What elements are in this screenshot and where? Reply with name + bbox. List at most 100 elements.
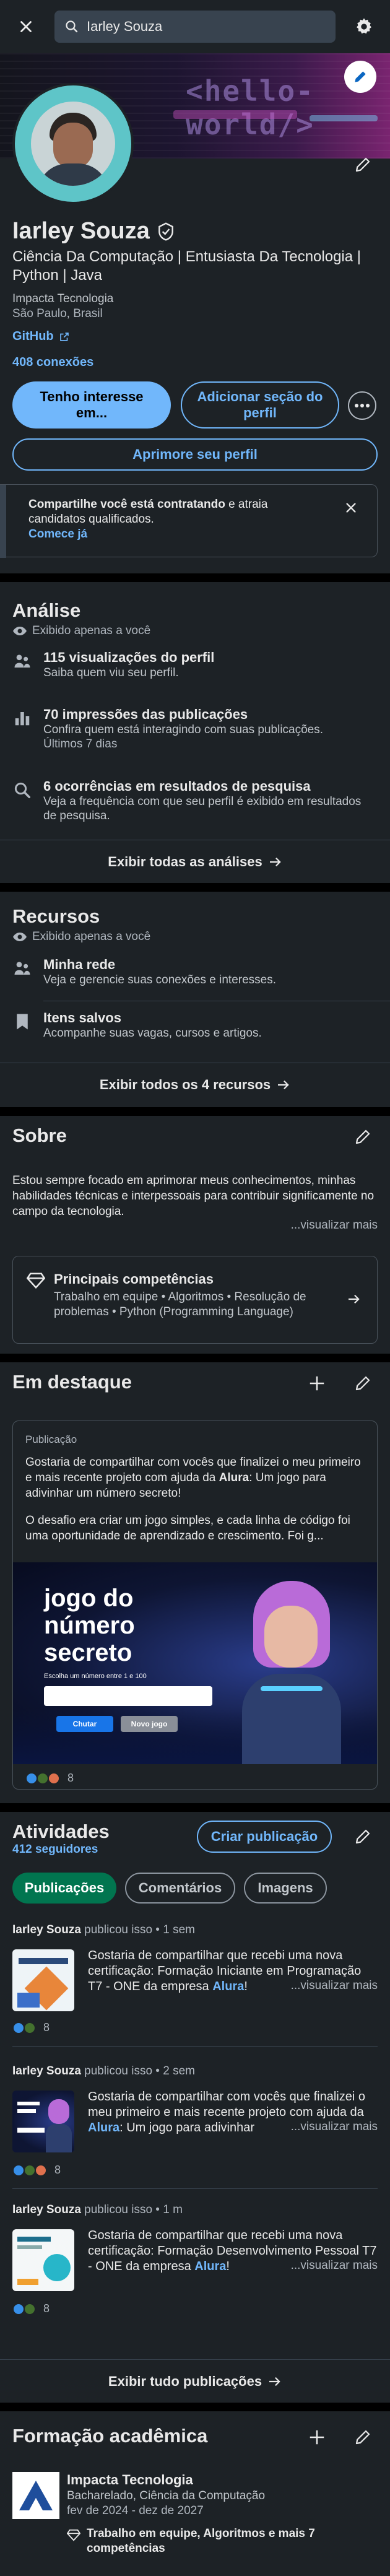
tab-comments[interactable]: Comentários xyxy=(125,1873,235,1904)
post-reaction-count: 8 xyxy=(54,2164,61,2176)
arrow-right-icon xyxy=(269,2377,280,2386)
search-icon xyxy=(12,780,32,800)
featured-brand: Alura xyxy=(219,1471,249,1484)
analysis-item-impressions[interactable]: 70 impressões das publicações Confira que… xyxy=(12,706,378,751)
post-reactions[interactable]: 8 xyxy=(12,2021,50,2034)
connections-link[interactable]: 408 conexões xyxy=(12,355,93,370)
resources-visibility: Exibido apenas a você xyxy=(32,930,151,943)
featured-post-card[interactable]: Publicação Gostaria de compartilhar com … xyxy=(12,1421,378,1790)
post-tail: : Um jogo para adivinhar xyxy=(119,2121,255,2134)
pencil-icon xyxy=(355,1829,370,1844)
game-input xyxy=(44,1686,212,1706)
improve-profile-button[interactable]: Aprimore seu perfil xyxy=(12,438,378,471)
about-title: Sobre xyxy=(12,1125,67,1146)
add-featured-button[interactable] xyxy=(303,1370,331,1397)
avatar[interactable] xyxy=(12,83,134,204)
edit-activity-button[interactable] xyxy=(350,1824,375,1849)
about-more-link[interactable]: ...visualizar mais xyxy=(291,1219,378,1232)
post-more[interactable]: ...visualizar mais xyxy=(287,2120,378,2134)
search-icon xyxy=(66,20,78,33)
show-all-posts-link[interactable]: Exibir tudo publicações xyxy=(0,2359,390,2403)
arrow-right-icon xyxy=(278,1080,289,1089)
resource-item-network[interactable]: Minha rede Veja e gerencie suas conexões … xyxy=(12,956,378,987)
featured-image: jogo do número secreto Escolha um número… xyxy=(13,1562,377,1764)
post-thumbnail xyxy=(12,2229,74,2291)
show-all-resources-link[interactable]: Exibir todos os 4 recursos xyxy=(0,1063,390,1106)
activity-title: Atividades xyxy=(12,1821,110,1842)
featured-label: Publicação xyxy=(25,1434,77,1445)
resource-item-saved[interactable]: Itens salvos Acompanhe suas vagas, cursos… xyxy=(12,1009,378,1040)
post-reactions[interactable]: 8 xyxy=(12,2302,50,2315)
post-more[interactable]: ...visualizar mais xyxy=(287,2259,378,2273)
activity-followers[interactable]: 412 seguidores xyxy=(12,1843,98,1856)
arrow-right-icon xyxy=(349,1294,360,1304)
top-skills-list: Trabalho em equipe • Algoritmos • Resolu… xyxy=(54,1290,306,1318)
diamond-icon xyxy=(27,1273,45,1289)
post-reactions[interactable]: 8 xyxy=(12,2164,61,2177)
tab-posts[interactable]: Publicações xyxy=(12,1873,116,1904)
people-icon xyxy=(12,651,32,671)
featured-text-2: O desafio era criar um jogo simples, e c… xyxy=(25,1514,350,1543)
post-thumbnail xyxy=(12,1949,74,2011)
tab-images[interactable]: Imagens xyxy=(244,1873,327,1904)
add-section-button-label: Adicionar seção do perfil xyxy=(197,389,323,420)
analysis-item-profile-views[interactable]: 115 visualizações do perfil Saiba quem vi… xyxy=(12,649,378,680)
github-link[interactable]: GitHub xyxy=(12,329,70,344)
post-meta: publicou isso • 1 sem xyxy=(80,1923,195,1936)
activity-post[interactable]: Iarley Souza publicou isso • 2 sem Gosta… xyxy=(0,2065,390,2188)
post-reaction-count: 8 xyxy=(43,2302,50,2315)
featured-reactions[interactable]: 8 xyxy=(25,1772,74,1785)
diamond-icon xyxy=(67,2529,80,2541)
school-skills[interactable]: Trabalho em equipe, Algoritmos e mais 7 … xyxy=(87,2526,334,2556)
school-logo[interactable] xyxy=(12,2472,59,2519)
show-all-analysis-link[interactable]: Exibir todas as análises xyxy=(0,840,390,883)
edit-intro-button[interactable] xyxy=(350,152,375,177)
pencil-icon xyxy=(355,1129,370,1144)
profile-card: <hello-world/> Iarley Souza Ciência Da C… xyxy=(0,53,390,573)
create-post-button[interactable]: Criar publicação xyxy=(197,1821,332,1853)
pencil-icon xyxy=(355,157,370,172)
analysis-title: Análise xyxy=(12,599,81,621)
about-text: Estou sempre focado em aprimorar meus co… xyxy=(12,1174,375,1218)
improve-profile-button-label: Aprimore seu perfil xyxy=(132,446,258,462)
edit-featured-button[interactable] xyxy=(350,1371,375,1396)
post-meta: publicou isso • 2 sem xyxy=(80,2065,195,2078)
more-icon xyxy=(355,404,370,407)
top-skills-card[interactable]: Principais competências Trabalho em equi… xyxy=(12,1256,378,1344)
edit-education-button[interactable] xyxy=(350,2425,375,2450)
more-button[interactable] xyxy=(348,391,376,420)
notice-link[interactable]: Comece já xyxy=(28,527,319,542)
school-name[interactable]: Impacta Tecnologia xyxy=(67,2472,193,2488)
bar-chart-icon xyxy=(12,708,32,728)
search-input[interactable]: Iarley Souza xyxy=(54,11,336,43)
education-title: Formação acadêmica xyxy=(12,2425,208,2447)
search-value: Iarley Souza xyxy=(87,19,163,34)
post-brand[interactable]: Alura xyxy=(212,1980,244,1993)
tab-comments-label: Comentários xyxy=(138,1880,222,1895)
interest-button[interactable]: Tenho interesse em... xyxy=(12,381,171,429)
gear-icon[interactable] xyxy=(350,13,378,40)
edit-cover-button[interactable] xyxy=(344,61,376,93)
analysis-item-desc: Saiba quem viu seu perfil. xyxy=(43,666,179,679)
profile-location: São Paulo, Brasil xyxy=(12,307,103,320)
post-brand[interactable]: Alura xyxy=(194,2260,226,2273)
game-new-label: Novo jogo xyxy=(131,1720,168,1728)
eye-icon xyxy=(13,933,27,941)
post-author: Iarley Souza xyxy=(12,2203,81,2216)
add-education-button[interactable] xyxy=(303,2424,331,2451)
verified-icon[interactable] xyxy=(156,222,176,242)
post-more[interactable]: ...visualizar mais xyxy=(287,1979,378,1993)
activity-post[interactable]: Iarley Souza publicou isso • 1 m Gostari… xyxy=(0,2203,390,2327)
post-brand[interactable]: Alura xyxy=(88,2121,119,2134)
close-icon[interactable] xyxy=(342,498,360,517)
post-thumbnail xyxy=(12,2091,74,2152)
add-section-button[interactable]: Adicionar seção do perfil xyxy=(181,381,339,429)
show-all-posts-label: Exibir tudo publicações xyxy=(108,2373,262,2389)
edit-about-button[interactable] xyxy=(350,1125,375,1149)
profile-headline: Ciência Da Computação | Entusiasta Da Te… xyxy=(12,248,362,284)
analysis-item-search[interactable]: 6 ocorrências em resultados de pesquisa V… xyxy=(12,778,378,823)
analysis-section: Análise Exibido apenas a você 115 visual… xyxy=(0,582,390,883)
top-bar: Iarley Souza xyxy=(0,0,390,53)
menu-icon[interactable] xyxy=(12,13,40,40)
pencil-icon xyxy=(355,1376,370,1391)
